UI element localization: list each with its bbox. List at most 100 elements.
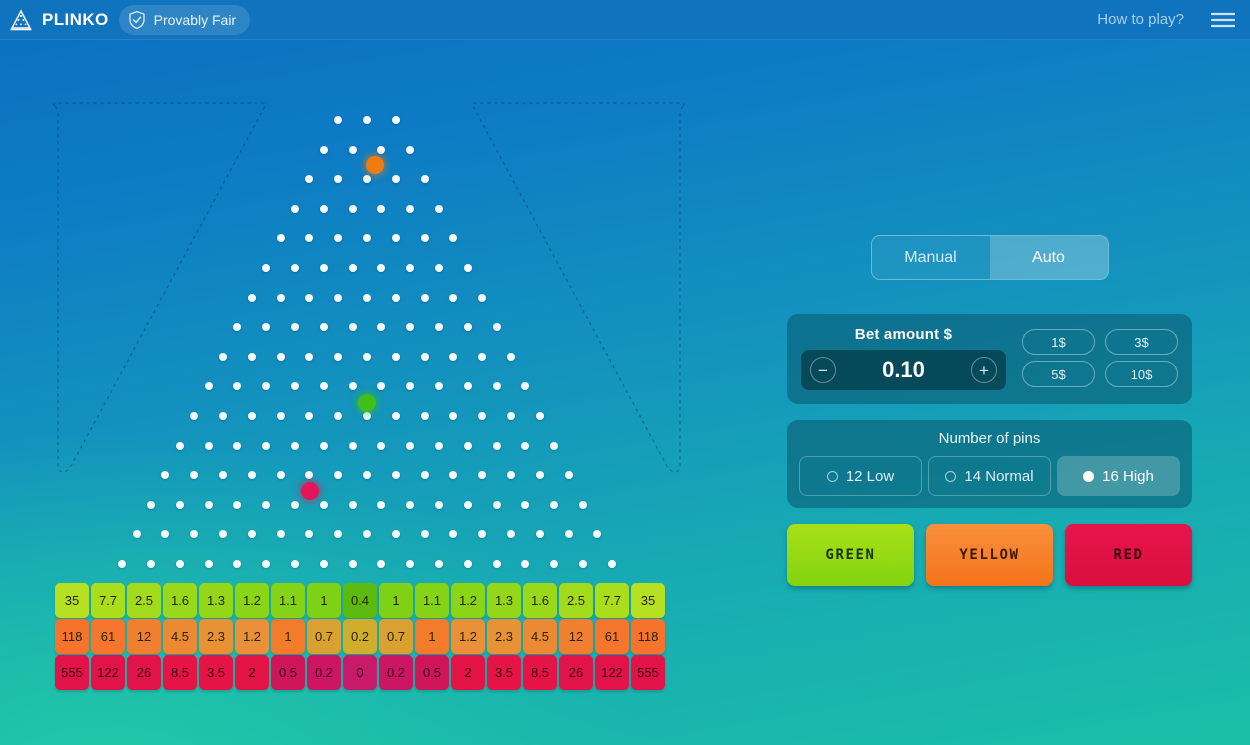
pin xyxy=(319,264,328,272)
provably-fair-badge[interactable]: Provably Fair xyxy=(118,4,251,35)
pin xyxy=(348,560,357,568)
pin xyxy=(262,323,271,332)
pin xyxy=(305,471,314,480)
pin xyxy=(247,530,256,539)
multiplier-cell: 0.4 xyxy=(343,583,377,618)
pin xyxy=(420,293,429,302)
pin xyxy=(305,352,314,361)
multiplier-cell: 8.5 xyxy=(523,655,557,690)
pin xyxy=(435,500,443,509)
multiplier-cell: 1 xyxy=(379,583,413,618)
pin xyxy=(492,560,501,568)
pin xyxy=(391,471,400,480)
multiplier-row-red: 555 122 26 8.5 3.5 2 0.5 0.2 0 0.2 0.5 2 3.5 8.5 26 122… xyxy=(55,655,665,690)
pin xyxy=(348,441,357,450)
pin xyxy=(291,264,299,272)
pin xyxy=(219,352,227,361)
risk-action-buttons: GREEN YELLOW RED xyxy=(787,524,1192,586)
pin xyxy=(478,471,487,480)
pin xyxy=(334,530,343,539)
multiplier-cell: 0.5 xyxy=(415,655,449,690)
pin xyxy=(276,293,285,302)
radio-icon xyxy=(945,470,957,482)
pin xyxy=(276,352,285,361)
multiplier-cell: 555 xyxy=(55,655,89,690)
control-panel: Manual Auto Bet amount $ − 0.10 + 1$ 3$ 5$… xyxy=(787,235,1192,586)
pin xyxy=(334,293,343,302)
multiplier-row-yellow: 118 61 12 4.5 2.3 1.2 1 0.7 0.2 0.7 1 1.2 2.3 4.5 12 61… xyxy=(55,619,665,654)
shield-check-icon xyxy=(127,10,147,30)
multiplier-cell: 35 xyxy=(631,583,665,618)
multiplier-cell: 1.2 xyxy=(235,583,269,618)
pin xyxy=(492,382,501,391)
plinko-triangle-icon xyxy=(8,7,34,33)
multiplier-cell: 1.3 xyxy=(487,583,521,618)
pin xyxy=(564,471,573,480)
quick-bet-1-button[interactable]: 1$ xyxy=(1022,329,1095,355)
pin xyxy=(420,530,429,539)
pin xyxy=(463,441,472,450)
app-header: PLINKO Provably Fair How to play? xyxy=(0,0,1250,40)
red-bet-button[interactable]: RED xyxy=(1065,524,1192,586)
multiplier-cell: 35 xyxy=(55,583,89,618)
pin xyxy=(363,234,371,243)
pin xyxy=(521,382,530,391)
bet-increment-button[interactable]: + xyxy=(970,357,997,383)
pin xyxy=(377,500,386,509)
pins-option-16-high[interactable]: 16 High xyxy=(1057,456,1180,496)
how-to-play-link[interactable]: How to play? xyxy=(1097,11,1184,28)
pin xyxy=(348,382,357,391)
tab-manual[interactable]: Manual xyxy=(872,236,990,279)
pins-option-14-normal[interactable]: 14 Normal xyxy=(928,456,1051,496)
green-bet-button[interactable]: GREEN xyxy=(787,524,914,586)
pin xyxy=(435,204,443,213)
pin xyxy=(175,500,184,509)
quick-bet-3-button[interactable]: 3$ xyxy=(1105,329,1178,355)
pin xyxy=(535,471,544,480)
pin xyxy=(204,441,213,450)
radio-icon xyxy=(1083,470,1095,482)
pin xyxy=(449,352,458,361)
pin xyxy=(391,234,400,243)
pin xyxy=(233,500,242,509)
quick-bet-5-button[interactable]: 5$ xyxy=(1022,361,1095,387)
pin xyxy=(276,234,285,243)
multiplier-cell: 122 xyxy=(91,655,125,690)
quick-bet-10-button[interactable]: 10$ xyxy=(1105,361,1178,387)
header-actions: How to play? xyxy=(1097,10,1250,30)
bet-amount-input[interactable]: − 0.10 + xyxy=(801,350,1006,390)
pin xyxy=(507,471,515,480)
pins-option-label: 16 High xyxy=(1102,467,1154,485)
pin xyxy=(363,352,371,361)
pin xyxy=(406,441,415,450)
multiplier-cell: 1.3 xyxy=(199,583,233,618)
pins-option-12-low[interactable]: 12 Low xyxy=(799,456,922,496)
hamburger-menu-icon[interactable] xyxy=(1210,10,1236,30)
yellow-bet-button[interactable]: YELLOW xyxy=(926,524,1053,586)
bet-decrement-button[interactable]: − xyxy=(810,357,836,383)
pin xyxy=(435,382,443,391)
number-of-pins-card: Number of pins 12 Low 14 Normal 16 High xyxy=(787,420,1192,508)
pin xyxy=(449,293,458,302)
pin xyxy=(305,234,314,243)
pin xyxy=(449,412,458,420)
multiplier-cell: 1 xyxy=(271,619,305,654)
pin xyxy=(463,264,472,272)
pin xyxy=(478,352,487,361)
multiplier-cell: 1 xyxy=(307,583,341,618)
multiplier-cell: 4.5 xyxy=(523,619,557,654)
tab-auto[interactable]: Auto xyxy=(989,236,1108,279)
pin xyxy=(233,441,242,450)
multiplier-cell: 0.5 xyxy=(271,655,305,690)
pin xyxy=(262,382,271,391)
pin xyxy=(363,471,371,480)
pin xyxy=(406,145,415,154)
pin xyxy=(276,530,285,539)
pin xyxy=(507,412,515,420)
mode-toggle: Manual Auto xyxy=(870,235,1109,280)
pin xyxy=(463,382,472,391)
multiplier-cell: 2.5 xyxy=(559,583,593,618)
pin xyxy=(219,412,227,420)
pin xyxy=(521,500,530,509)
radio-icon xyxy=(826,470,838,482)
